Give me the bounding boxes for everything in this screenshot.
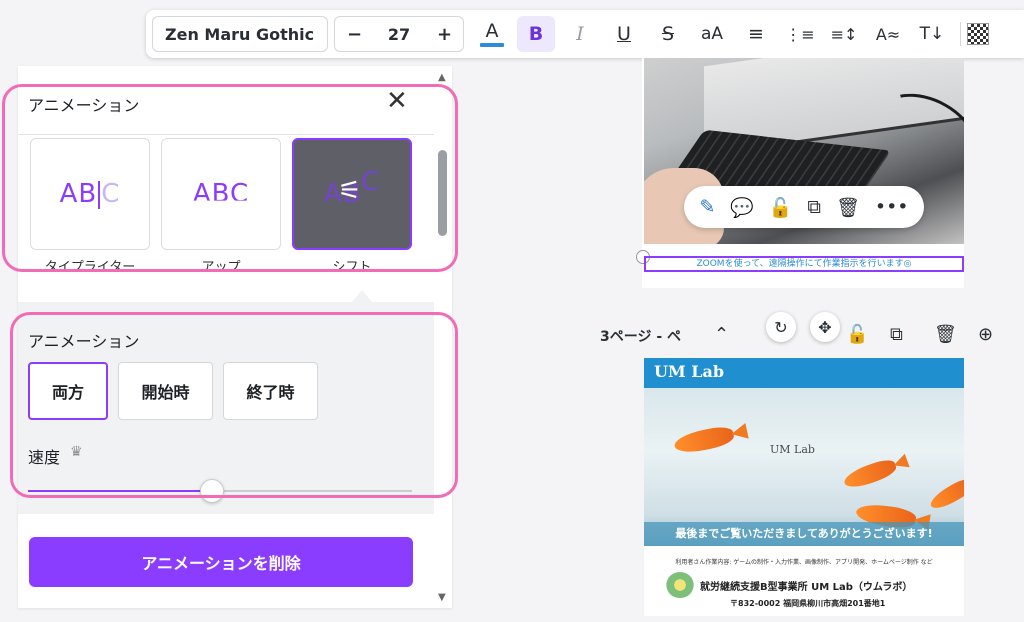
selected-caption-text[interactable]: ZOOMを使って、遠隔操作にて作業指示を行います◎ — [644, 256, 964, 272]
font-size-stepper: − 27 + — [334, 16, 464, 52]
page-3-header[interactable]: UM Lab — [644, 358, 964, 388]
popover-tail — [352, 290, 372, 302]
rotate-icon[interactable]: ↻ — [766, 312, 796, 342]
effects-icon[interactable]: A≈ — [866, 16, 910, 52]
list-icon[interactable]: ⋮≡ — [778, 16, 822, 52]
magic-edit-icon[interactable]: ✎ — [699, 196, 715, 218]
fish-shape — [927, 475, 964, 513]
thanks-text[interactable]: 最後までご覧いただきましてありがとうございます! — [644, 522, 964, 546]
letter-case-button[interactable]: aA — [690, 16, 734, 52]
text-toolbar: Zen Maru Gothic − 27 + A B I U S aA ≡ ⋮≡… — [146, 10, 1024, 58]
page-trash-icon[interactable]: 🗑 — [934, 324, 957, 345]
bold-button[interactable]: B — [517, 16, 555, 52]
scroll-up-icon[interactable]: ▲ — [438, 72, 446, 83]
text-color-icon: A — [485, 19, 499, 42]
align-icon[interactable]: ≡ — [734, 16, 778, 52]
page-3-label[interactable]: 3ページ - ペ — [600, 326, 681, 346]
element-context-toolbar: ✎ 💬 🔓 ⧉ 🗑 ••• — [684, 186, 924, 228]
font-size-increase-button[interactable]: + — [437, 24, 452, 45]
highlight-frame-styles — [2, 84, 458, 272]
page-duplicate-icon[interactable]: ⧉ — [890, 324, 903, 345]
fish-shape — [841, 456, 899, 492]
delete-animation-button[interactable]: アニメーションを削除 — [29, 537, 413, 587]
add-page-icon[interactable]: ⊕ — [978, 324, 993, 345]
org-name-text[interactable]: 就労継続支援B型事業所 UM Lab（ウムラボ） — [700, 578, 912, 593]
font-size-value[interactable]: 27 — [388, 25, 410, 44]
transparency-icon[interactable] — [967, 23, 989, 45]
underline-button[interactable]: U — [602, 16, 646, 52]
fish-shape — [672, 423, 736, 457]
chevron-up-icon[interactable]: ⌃ — [714, 324, 729, 345]
strikethrough-button[interactable]: S — [646, 16, 690, 52]
highlight-frame-options — [10, 312, 458, 498]
spacing-icon[interactable]: ≡↕ — [822, 16, 866, 52]
address-text[interactable]: 〒832-0002 福岡県柳川市高畑201番地1 — [730, 598, 885, 609]
services-text[interactable]: 利用者さん作業内容: ゲームの制作・入力作業、画像制作、アプリ開発、ホームページ… — [644, 557, 964, 566]
italic-button[interactable]: I — [558, 16, 602, 52]
page-lock-icon[interactable]: 🔓 — [846, 324, 868, 345]
org-logo — [666, 572, 694, 598]
scroll-down-icon[interactable]: ▼ — [438, 592, 446, 603]
trash-icon[interactable]: 🗑 — [836, 196, 860, 219]
text-direction-icon[interactable]: T↓ — [910, 16, 954, 52]
font-size-decrease-button[interactable]: − — [347, 24, 362, 45]
lock-icon[interactable]: 🔓 — [769, 196, 793, 219]
page-3-center-text: UM Lab — [770, 443, 815, 456]
font-family-select[interactable]: Zen Maru Gothic — [152, 16, 328, 52]
move-icon[interactable]: ✥ — [810, 312, 840, 342]
toolbar-divider — [960, 22, 961, 46]
text-color-button[interactable]: A — [470, 16, 514, 52]
comment-icon[interactable]: 💬 — [730, 196, 754, 219]
more-icon[interactable]: ••• — [875, 196, 909, 218]
duplicate-icon[interactable]: ⧉ — [807, 196, 821, 218]
text-color-swatch — [480, 42, 504, 47]
